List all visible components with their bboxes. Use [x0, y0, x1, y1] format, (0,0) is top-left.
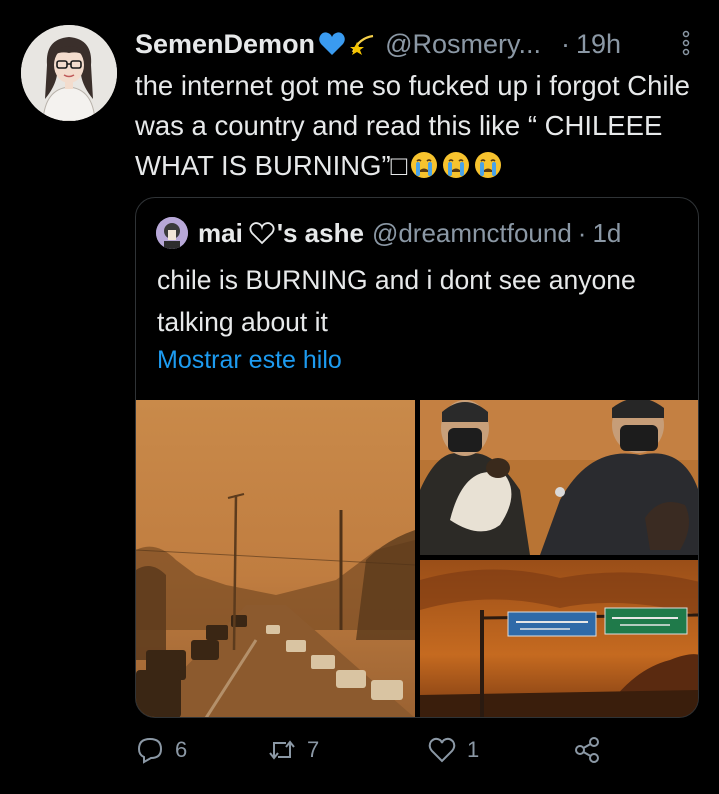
- reply-button[interactable]: 6: [135, 732, 187, 768]
- like-button[interactable]: 1: [427, 732, 479, 768]
- reply-icon: [137, 737, 163, 764]
- crying-face-icon: [473, 150, 503, 180]
- retweet-icon: [269, 740, 295, 760]
- blue-heart-icon: [318, 30, 346, 58]
- quoted-avatar[interactable]: [156, 217, 188, 249]
- firefighters-with-rescued-dog-photo[interactable]: [420, 400, 698, 555]
- smoke-filled-highway-traffic-photo[interactable]: [136, 400, 415, 717]
- quoted-tweet-header: mai 's ashe @dreamnctfound · 1d: [156, 216, 621, 250]
- photo-grid: [136, 400, 698, 717]
- quoted-tweet-text: chile is BURNING and i dont see anyone t…: [157, 265, 636, 337]
- crying-face-icon: [441, 150, 471, 180]
- like-icon: [428, 737, 456, 763]
- white-heart-icon: [249, 221, 275, 245]
- quoted-tweet[interactable]: mai 's ashe @dreamnctfound · 1d chile is…: [135, 197, 699, 718]
- crying-face-icon: [409, 150, 439, 180]
- separator-dot: ·: [561, 28, 570, 59]
- tweet-text: the internet got me so fucked up i forgo…: [135, 66, 705, 186]
- share-icon: [575, 737, 599, 763]
- highway-sign-under-orange-sky-photo[interactable]: [420, 560, 698, 717]
- tweet-header: SemenDemon @Rosmery... · 19h: [135, 24, 705, 64]
- like-count: 1: [467, 737, 480, 762]
- quoted-display-name[interactable]: mai: [198, 218, 243, 249]
- avatar[interactable]: [21, 25, 117, 121]
- quoted-display-name-suffix[interactable]: 's ashe: [277, 218, 364, 249]
- retweet-count: 7: [307, 737, 320, 762]
- timestamp[interactable]: 19h: [576, 29, 621, 60]
- quoted-timestamp[interactable]: 1d: [592, 218, 621, 249]
- missing-glyph: □: [390, 150, 408, 181]
- reply-count: 6: [175, 737, 188, 762]
- quoted-separator-dot: ·: [577, 217, 587, 248]
- share-button[interactable]: [572, 732, 602, 768]
- quoted-user-handle[interactable]: @dreamnctfound: [372, 218, 572, 249]
- action-bar: 6 7 1: [135, 732, 615, 772]
- dizzy-star-icon: [349, 30, 377, 58]
- display-name[interactable]: SemenDemon: [135, 29, 315, 60]
- show-thread-link[interactable]: Mostrar este hilo: [157, 346, 342, 375]
- retweet-button[interactable]: 7: [267, 732, 319, 768]
- more-options-icon[interactable]: [679, 28, 693, 58]
- user-handle[interactable]: @Rosmery...: [385, 29, 541, 60]
